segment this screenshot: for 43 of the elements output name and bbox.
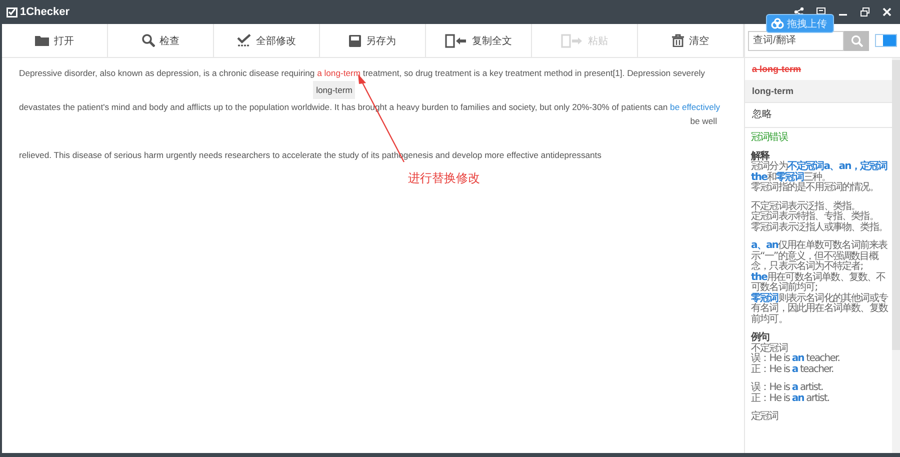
explanation-text: 零冠词指的是不用冠词的情况。: [751, 183, 880, 194]
explanation-text: 定冠词: [751, 412, 780, 422]
flagged-phrase[interactable]: a long-term: [317, 68, 361, 78]
explanation-text: 误：He is an teacher.: [751, 354, 841, 364]
explanation-text: 正：He is an artist.: [751, 394, 830, 404]
text-line: be well: [690, 115, 717, 128]
error-category: 冠词错误: [751, 133, 789, 144]
explanation-text: 冠词分为不定冠词a、an，定冠词the和零冠词三种。: [751, 162, 888, 182]
explanation-text: 误：He is a artist.: [751, 383, 824, 393]
search-icon: [850, 34, 862, 46]
explanation-text: 零冠词表示泛指人或事物、类指。: [751, 222, 889, 233]
save-icon: [349, 34, 361, 46]
clipboard-arrow-icon: [445, 34, 467, 48]
explanation-text: 不定冠词表示泛指、类指。: [751, 202, 860, 212]
folder-icon: [35, 35, 49, 46]
explanation-text: 定冠词表示特指、专指、类指。: [751, 212, 878, 222]
suggestion-item[interactable]: long-term: [745, 80, 892, 103]
explanation-text: 不定冠词: [751, 344, 788, 354]
cloud-icon: [771, 18, 784, 29]
section-heading: 解释: [751, 152, 770, 162]
upload-label: 拖拽上传: [787, 18, 827, 30]
error-phrase: a long-term: [751, 63, 802, 76]
search-icon: [142, 34, 154, 47]
window-title: 1Checker: [20, 6, 70, 18]
text-line: Depressive disorder, also known as depression, is a chronic disease requiring: [19, 68, 316, 78]
restore-icon[interactable]: [860, 7, 870, 17]
section-heading: 例句: [751, 333, 770, 343]
trash-icon: [672, 34, 684, 47]
scrollbar-thumb[interactable]: [892, 60, 900, 350]
annotation-text: 进行替换修改: [408, 170, 480, 187]
app-logo-icon: [6, 6, 18, 18]
lookup-field[interactable]: 查词/翻译: [748, 30, 844, 50]
explanation-text: a、an仅用在单数可数名词前来表示“一”的意义，但不强调数目概念，只表示名词为不特定者;: [751, 241, 888, 272]
explanation-text: the用在可数名词单数、复数、不可数名词前均可;: [751, 272, 886, 293]
close-icon[interactable]: [882, 7, 892, 17]
explanation-text: 零冠词则表示名词化的其他词或专有名词，因此用在名词单数、复数前均可。: [751, 294, 889, 325]
clipboard-arrow-icon: [561, 34, 583, 48]
suggestion-popup[interactable]: long-term: [313, 81, 356, 99]
toggle-switch[interactable]: [875, 34, 897, 47]
text-line: treatment, so drug treatment is a key treatment method in present[1]. Depression severely: [362, 68, 705, 78]
flagged-phrase[interactable]: be effectively: [670, 102, 720, 112]
explanation-text: 正：He is a teacher.: [751, 364, 834, 375]
checkmark-icon: [237, 34, 251, 47]
